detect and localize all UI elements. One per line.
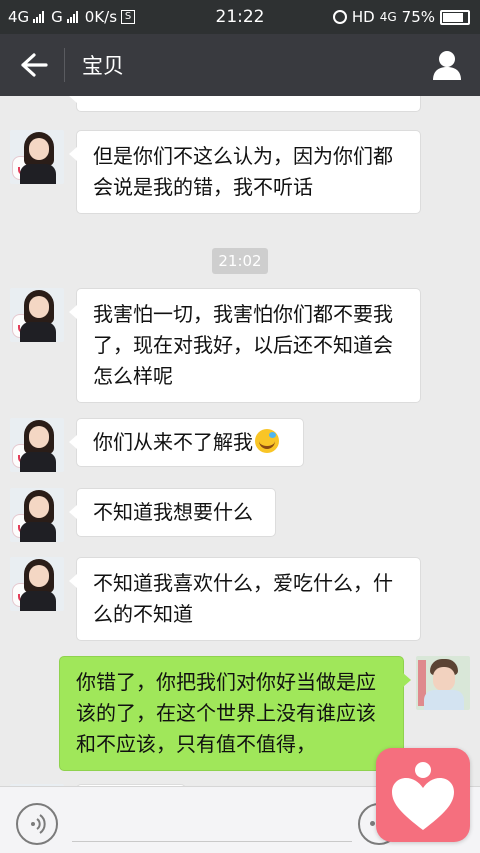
voice-button[interactable] <box>16 803 58 845</box>
message-line: 么的不知道 <box>93 602 193 626</box>
message-line: 不知道我喜欢什么，爱吃什么，什 <box>93 571 393 595</box>
battery-icon <box>440 9 470 25</box>
hd-label: HD <box>351 8 375 26</box>
profile-button[interactable] <box>430 48 464 82</box>
sent-message-bubble[interactable]: 你错了，你把我们对你好当做是应 该的了，在这个世界上没有谁应该 和不应该，只有值… <box>59 656 411 771</box>
battery-percent: 75% <box>401 8 435 26</box>
message-line: 会说是我的错，我不听话 <box>93 175 313 199</box>
message-bubble-partial <box>69 96 421 112</box>
message-line: 你错了，你把我们对你好当做是应 <box>76 670 376 694</box>
voice-icon <box>31 814 46 834</box>
message-bubble[interactable]: 我害怕一切，我害怕你们都不要我 了，现在对我好，以后还不知道会 怎么样呢 <box>69 288 421 403</box>
contact-avatar[interactable] <box>10 557 64 611</box>
status-bar: 4G G 0K/s S 21:22 HD 4G 75% <box>0 0 480 34</box>
alarm-icon <box>332 10 347 24</box>
message-bubble[interactable]: 但是你们不这么认为，因为你们都 会说是我的错，我不听话 <box>69 130 421 214</box>
header-divider <box>64 48 65 82</box>
message-line: 了，现在对我好，以后还不知道会 <box>93 333 393 357</box>
message-line: 该的了，在这个世界上没有谁应该 <box>76 701 376 725</box>
message-line: 和不应该，只有值不值得， <box>76 732 316 756</box>
contact-avatar[interactable] <box>10 488 64 542</box>
message-line: 但是你们不这么认为，因为你们都 <box>93 144 393 168</box>
chat-title: 宝贝 <box>82 54 124 78</box>
message-line: 不知道我想要什么 <box>93 500 253 524</box>
timestamp: 21:02 <box>212 248 268 274</box>
floating-heart-app-button[interactable] <box>376 748 470 842</box>
my-avatar[interactable] <box>416 656 470 710</box>
message-line: 你们从来不了解我 <box>93 430 253 454</box>
chat-area[interactable]: 但是你们不这么认为，因为你们都 会说是我的错，我不听话 21:02 我害怕一切，… <box>0 96 480 786</box>
contact-avatar[interactable] <box>10 130 64 184</box>
message-line: 怎么样呢 <box>93 364 173 388</box>
heart-app-icon <box>392 762 454 830</box>
contact-avatar[interactable] <box>10 418 64 472</box>
status-right: HD 4G 75% <box>332 8 470 26</box>
message-input[interactable] <box>72 841 352 842</box>
back-arrow-icon <box>21 53 48 77</box>
contact-avatar[interactable] <box>10 288 64 342</box>
message-bubble[interactable]: 你们从来不了解我 <box>69 418 304 467</box>
crying-laughing-emoji-icon <box>255 429 279 453</box>
message-bubble[interactable]: 不知道我喜欢什么，爱吃什么，什 么的不知道 <box>69 557 421 641</box>
message-line: 我害怕一切，我害怕你们都不要我 <box>93 302 393 326</box>
user-profile-icon <box>433 51 461 80</box>
back-button[interactable] <box>14 50 50 80</box>
message-bubble[interactable]: 不知道我想要什么 <box>69 488 276 537</box>
chat-header: 宝贝 <box>0 34 480 96</box>
network-type-3: 4G <box>379 10 397 24</box>
